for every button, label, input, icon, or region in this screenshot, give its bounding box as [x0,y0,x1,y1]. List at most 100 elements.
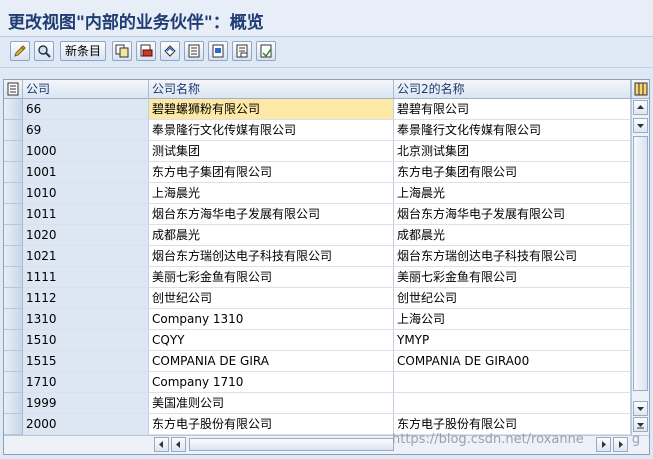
table-row[interactable]: 1011 烟台东方海华电子发展有限公司 烟台东方海华电子发展有限公司 [4,204,631,225]
cell-company-name-2[interactable]: 成都晨光 [394,225,631,246]
cell-company-code[interactable]: 1999 [23,393,149,414]
cell-company-name[interactable]: 成都晨光 [149,225,394,246]
table-row[interactable]: 69 奉景隆行文化传媒有限公司 奉景隆行文化传媒有限公司 [4,120,631,141]
table-row[interactable]: 1999 美国准则公司 [4,393,631,414]
deselect-all-icon[interactable] [232,41,252,61]
cell-company-name-2[interactable] [394,393,631,414]
scroll-down-button[interactable] [633,401,648,416]
cell-company-name-2[interactable]: 奉景隆行文化传媒有限公司 [394,120,631,141]
row-selector[interactable] [4,99,23,120]
cell-company-name-2[interactable]: 创世纪公司 [394,288,631,309]
cell-company-name[interactable]: 东方电子集团有限公司 [149,162,394,183]
new-entries-button[interactable]: 新条目 [60,41,107,61]
column-header-company-name[interactable]: 公司名称 [149,80,394,98]
cell-company-name-2[interactable]: 烟台东方瑞创达电子科技有限公司 [394,246,631,267]
cell-company-name[interactable]: 美国准则公司 [149,393,394,414]
edit-pencil-icon[interactable] [10,41,30,61]
cell-company-name[interactable]: Company 1310 [149,309,394,330]
cell-company-name[interactable]: 奉景隆行文化传媒有限公司 [149,120,394,141]
cell-company-code[interactable]: 1310 [23,309,149,330]
row-selector[interactable] [4,225,23,246]
cell-company-name[interactable]: COMPANIA DE GIRA [149,351,394,372]
table-row[interactable]: 1020 成都晨光 成都晨光 [4,225,631,246]
row-selector[interactable] [4,351,23,372]
table-row[interactable]: 1010 上海晨光 上海晨光 [4,183,631,204]
row-selector[interactable] [4,204,23,225]
column-header-company[interactable]: 公司 [23,80,149,98]
table-row[interactable]: 1710 Company 1710 [4,372,631,393]
cell-company-code[interactable]: 1510 [23,330,149,351]
cell-company-name[interactable]: 烟台东方海华电子发展有限公司 [149,204,394,225]
delete-icon[interactable] [136,41,156,61]
cell-company-code[interactable]: 1000 [23,141,149,162]
row-selector[interactable] [4,414,23,435]
cell-company-code[interactable]: 1020 [23,225,149,246]
scroll-down-step-button[interactable] [633,118,648,133]
row-selector[interactable] [4,162,23,183]
copy-icon[interactable] [112,41,132,61]
row-selector[interactable] [4,372,23,393]
vertical-scrollbar[interactable] [631,99,649,435]
cell-company-name-2[interactable]: YMYP [394,330,631,351]
row-selector[interactable] [4,330,23,351]
cell-company-code[interactable]: 69 [23,120,149,141]
cell-company-code[interactable]: 1011 [23,204,149,225]
table-row[interactable]: 66 碧碧螺狮粉有限公司 碧碧有限公司 [4,99,631,120]
cell-company-name[interactable]: CQYY [149,330,394,351]
select-all-icon[interactable] [184,41,204,61]
column-header-company-name-2[interactable]: 公司2的名称 [394,80,631,98]
cell-company-name[interactable]: 碧碧螺狮粉有限公司 [149,99,394,120]
cell-company-name[interactable]: 东方电子股份有限公司 [149,414,394,435]
cell-company-code[interactable]: 66 [23,99,149,120]
row-selector[interactable] [4,183,23,204]
row-selector[interactable] [4,393,23,414]
display-glasses-icon[interactable] [34,41,54,61]
horizontal-scroll-thumb[interactable] [189,438,394,451]
table-row[interactable]: 1000 测试集团 北京测试集团 [4,141,631,162]
cell-company-name[interactable]: Company 1710 [149,372,394,393]
table-row[interactable]: 1111 美丽七彩金鱼有限公司 美丽七彩金鱼有限公司 [4,267,631,288]
cell-company-code[interactable]: 1021 [23,246,149,267]
row-selector[interactable] [4,309,23,330]
table-row[interactable]: 1515 COMPANIA DE GIRA COMPANIA DE GIRA00 [4,351,631,372]
cell-company-name[interactable]: 创世纪公司 [149,288,394,309]
cell-company-name-2[interactable]: COMPANIA DE GIRA00 [394,351,631,372]
cell-company-name-2[interactable]: 碧碧有限公司 [394,99,631,120]
select-block-icon[interactable] [208,41,228,61]
table-row[interactable]: 1310 Company 1310 上海公司 [4,309,631,330]
cell-company-code[interactable]: 2000 [23,414,149,435]
cell-company-name-2[interactable]: 上海晨光 [394,183,631,204]
table-settings-icon[interactable] [631,80,649,98]
cell-company-code[interactable]: 1010 [23,183,149,204]
cell-company-name-2[interactable]: 东方电子集团有限公司 [394,162,631,183]
cell-company-code[interactable]: 1001 [23,162,149,183]
cell-company-code[interactable]: 1515 [23,351,149,372]
cell-company-name[interactable]: 上海晨光 [149,183,394,204]
cell-company-name-2[interactable]: 美丽七彩金鱼有限公司 [394,267,631,288]
table-row[interactable]: 1510 CQYY YMYP [4,330,631,351]
row-selector[interactable] [4,120,23,141]
cell-company-name-2[interactable]: 烟台东方海华电子发展有限公司 [394,204,631,225]
cell-company-name[interactable]: 美丽七彩金鱼有限公司 [149,267,394,288]
row-selector[interactable] [4,141,23,162]
undo-icon[interactable] [160,41,180,61]
row-selector[interactable] [4,288,23,309]
cell-company-name[interactable]: 烟台东方瑞创达电子科技有限公司 [149,246,394,267]
row-selector[interactable] [4,267,23,288]
table-row[interactable]: 1001 东方电子集团有限公司 东方电子集团有限公司 [4,162,631,183]
scroll-left-step-button[interactable] [171,437,186,452]
vertical-scroll-thumb[interactable] [633,136,648,391]
cell-company-name[interactable]: 测试集团 [149,141,394,162]
cell-company-code[interactable]: 1111 [23,267,149,288]
cell-company-name-2[interactable]: 北京测试集团 [394,141,631,162]
scroll-left-button[interactable] [154,437,169,452]
cell-company-code[interactable]: 1710 [23,372,149,393]
scroll-bottom-button[interactable] [633,417,648,432]
select-all-rows-icon[interactable] [4,80,23,98]
row-selector[interactable] [4,246,23,267]
cell-company-name-2[interactable] [394,372,631,393]
scroll-up-button[interactable] [633,100,648,115]
cell-company-name-2[interactable]: 上海公司 [394,309,631,330]
table-row[interactable]: 1021 烟台东方瑞创达电子科技有限公司 烟台东方瑞创达电子科技有限公司 [4,246,631,267]
cell-company-code[interactable]: 1112 [23,288,149,309]
